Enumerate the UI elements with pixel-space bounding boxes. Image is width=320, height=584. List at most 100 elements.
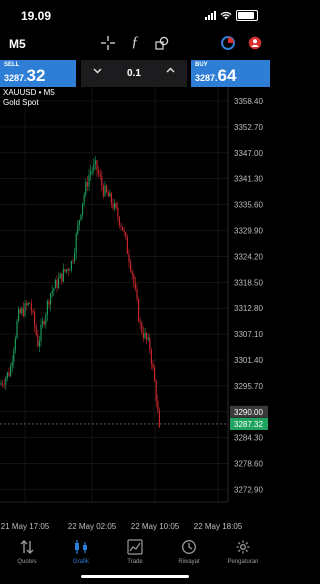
candle xyxy=(58,278,60,288)
chevron-up-icon[interactable] xyxy=(166,66,175,78)
y-tick-label: 3341.30 xyxy=(234,175,263,184)
candle xyxy=(54,280,56,289)
timeframe-selector[interactable]: M5 xyxy=(9,37,26,51)
price-level-label: 3290.00 xyxy=(234,408,263,417)
battery-icon xyxy=(236,10,258,21)
signal-icon xyxy=(205,11,216,20)
y-tick-label: 3295.70 xyxy=(234,382,263,391)
tab-settings-label: Pengaturan xyxy=(227,559,259,565)
candle xyxy=(133,274,135,284)
candle xyxy=(70,260,72,270)
candle xyxy=(130,262,132,271)
candle xyxy=(46,301,48,316)
candle xyxy=(69,269,71,271)
candle xyxy=(2,383,4,385)
home-indicator xyxy=(81,575,189,578)
candle xyxy=(122,226,124,231)
buy-button[interactable]: BUY 3287.64 xyxy=(191,60,270,87)
y-tick-label: 3324.20 xyxy=(234,252,263,261)
candle xyxy=(35,326,37,336)
candle xyxy=(126,237,128,254)
candle xyxy=(149,337,151,350)
status-bar: 19.09 xyxy=(0,0,270,30)
y-tick-label: 3307.10 xyxy=(234,330,263,339)
candle xyxy=(51,290,53,294)
candle xyxy=(138,298,140,322)
candle xyxy=(83,194,85,204)
candle xyxy=(32,311,34,312)
tab-chart-label: Grafik xyxy=(72,559,89,565)
candle xyxy=(50,293,52,305)
profile-icon[interactable] xyxy=(246,36,264,53)
candle xyxy=(24,303,26,316)
y-tick-label: 3278.60 xyxy=(234,460,263,469)
tab-history-label: Riwayat xyxy=(178,559,200,565)
candle xyxy=(154,367,156,382)
candle xyxy=(134,283,136,289)
candle xyxy=(22,308,24,316)
candle xyxy=(125,232,127,238)
candle xyxy=(29,302,31,304)
y-tick-label: 3358.40 xyxy=(234,97,263,106)
y-tick-label: 3335.60 xyxy=(234,201,263,210)
candle xyxy=(144,332,146,338)
candle xyxy=(118,217,120,226)
candle xyxy=(64,269,66,272)
sell-button[interactable]: SELL 3287.32 xyxy=(0,60,76,87)
candle xyxy=(66,269,68,272)
tab-trade[interactable]: Trade xyxy=(108,537,162,577)
price-chart[interactable]: 3358.40 3352.70 3347.00 3341.30 3335.60 3329.… xyxy=(0,87,270,537)
record-icon[interactable] xyxy=(219,36,237,53)
chart-symbol: XAUUSD • M5 xyxy=(3,88,55,97)
candle xyxy=(72,260,74,262)
candle xyxy=(21,308,23,314)
candle xyxy=(91,170,93,172)
candle xyxy=(128,253,130,263)
y-tick-label: 3272.90 xyxy=(234,486,263,495)
candle xyxy=(110,193,112,204)
history-icon xyxy=(162,539,216,559)
candle xyxy=(109,193,111,197)
candle xyxy=(104,185,106,196)
candle xyxy=(8,372,10,376)
candle xyxy=(114,203,116,209)
tab-chart[interactable]: Grafik xyxy=(54,537,108,577)
candle xyxy=(98,170,100,175)
candle xyxy=(94,160,96,165)
y-tick-label: 3312.80 xyxy=(234,304,263,313)
candle xyxy=(67,269,69,271)
candle xyxy=(115,203,117,208)
candle xyxy=(62,269,64,282)
candle xyxy=(26,303,28,306)
x-tick-label: 22 May 10:05 xyxy=(131,522,180,531)
status-icons xyxy=(205,10,258,21)
candle xyxy=(150,349,152,364)
candle xyxy=(157,400,159,411)
tab-quotes[interactable]: Quotes xyxy=(0,537,54,577)
sell-price-small: 3287. xyxy=(4,73,27,83)
tab-quotes-label: Quotes xyxy=(17,559,37,565)
candle xyxy=(90,171,92,175)
candle xyxy=(6,372,8,378)
candle xyxy=(13,350,15,363)
candle xyxy=(93,164,95,171)
tab-settings[interactable]: Pengaturan xyxy=(216,537,270,577)
candle xyxy=(34,311,36,327)
candle xyxy=(38,340,40,347)
y-tick-label: 3301.40 xyxy=(234,356,263,365)
trade-icon xyxy=(108,539,162,559)
candle xyxy=(75,233,77,254)
settings-icon xyxy=(216,539,270,559)
shapes-icon[interactable] xyxy=(153,36,171,53)
sell-price: 3287.32 xyxy=(4,67,45,86)
candle xyxy=(3,384,5,386)
function-icon[interactable]: ƒ xyxy=(126,34,144,51)
x-tick-label: 22 May 02:05 xyxy=(68,522,117,531)
candle xyxy=(101,176,103,187)
candle xyxy=(56,280,58,288)
candle xyxy=(141,322,143,333)
tab-history[interactable]: Riwayat xyxy=(162,537,216,577)
candle xyxy=(74,253,76,262)
crosshair-icon[interactable] xyxy=(99,36,117,53)
candle xyxy=(88,174,90,187)
